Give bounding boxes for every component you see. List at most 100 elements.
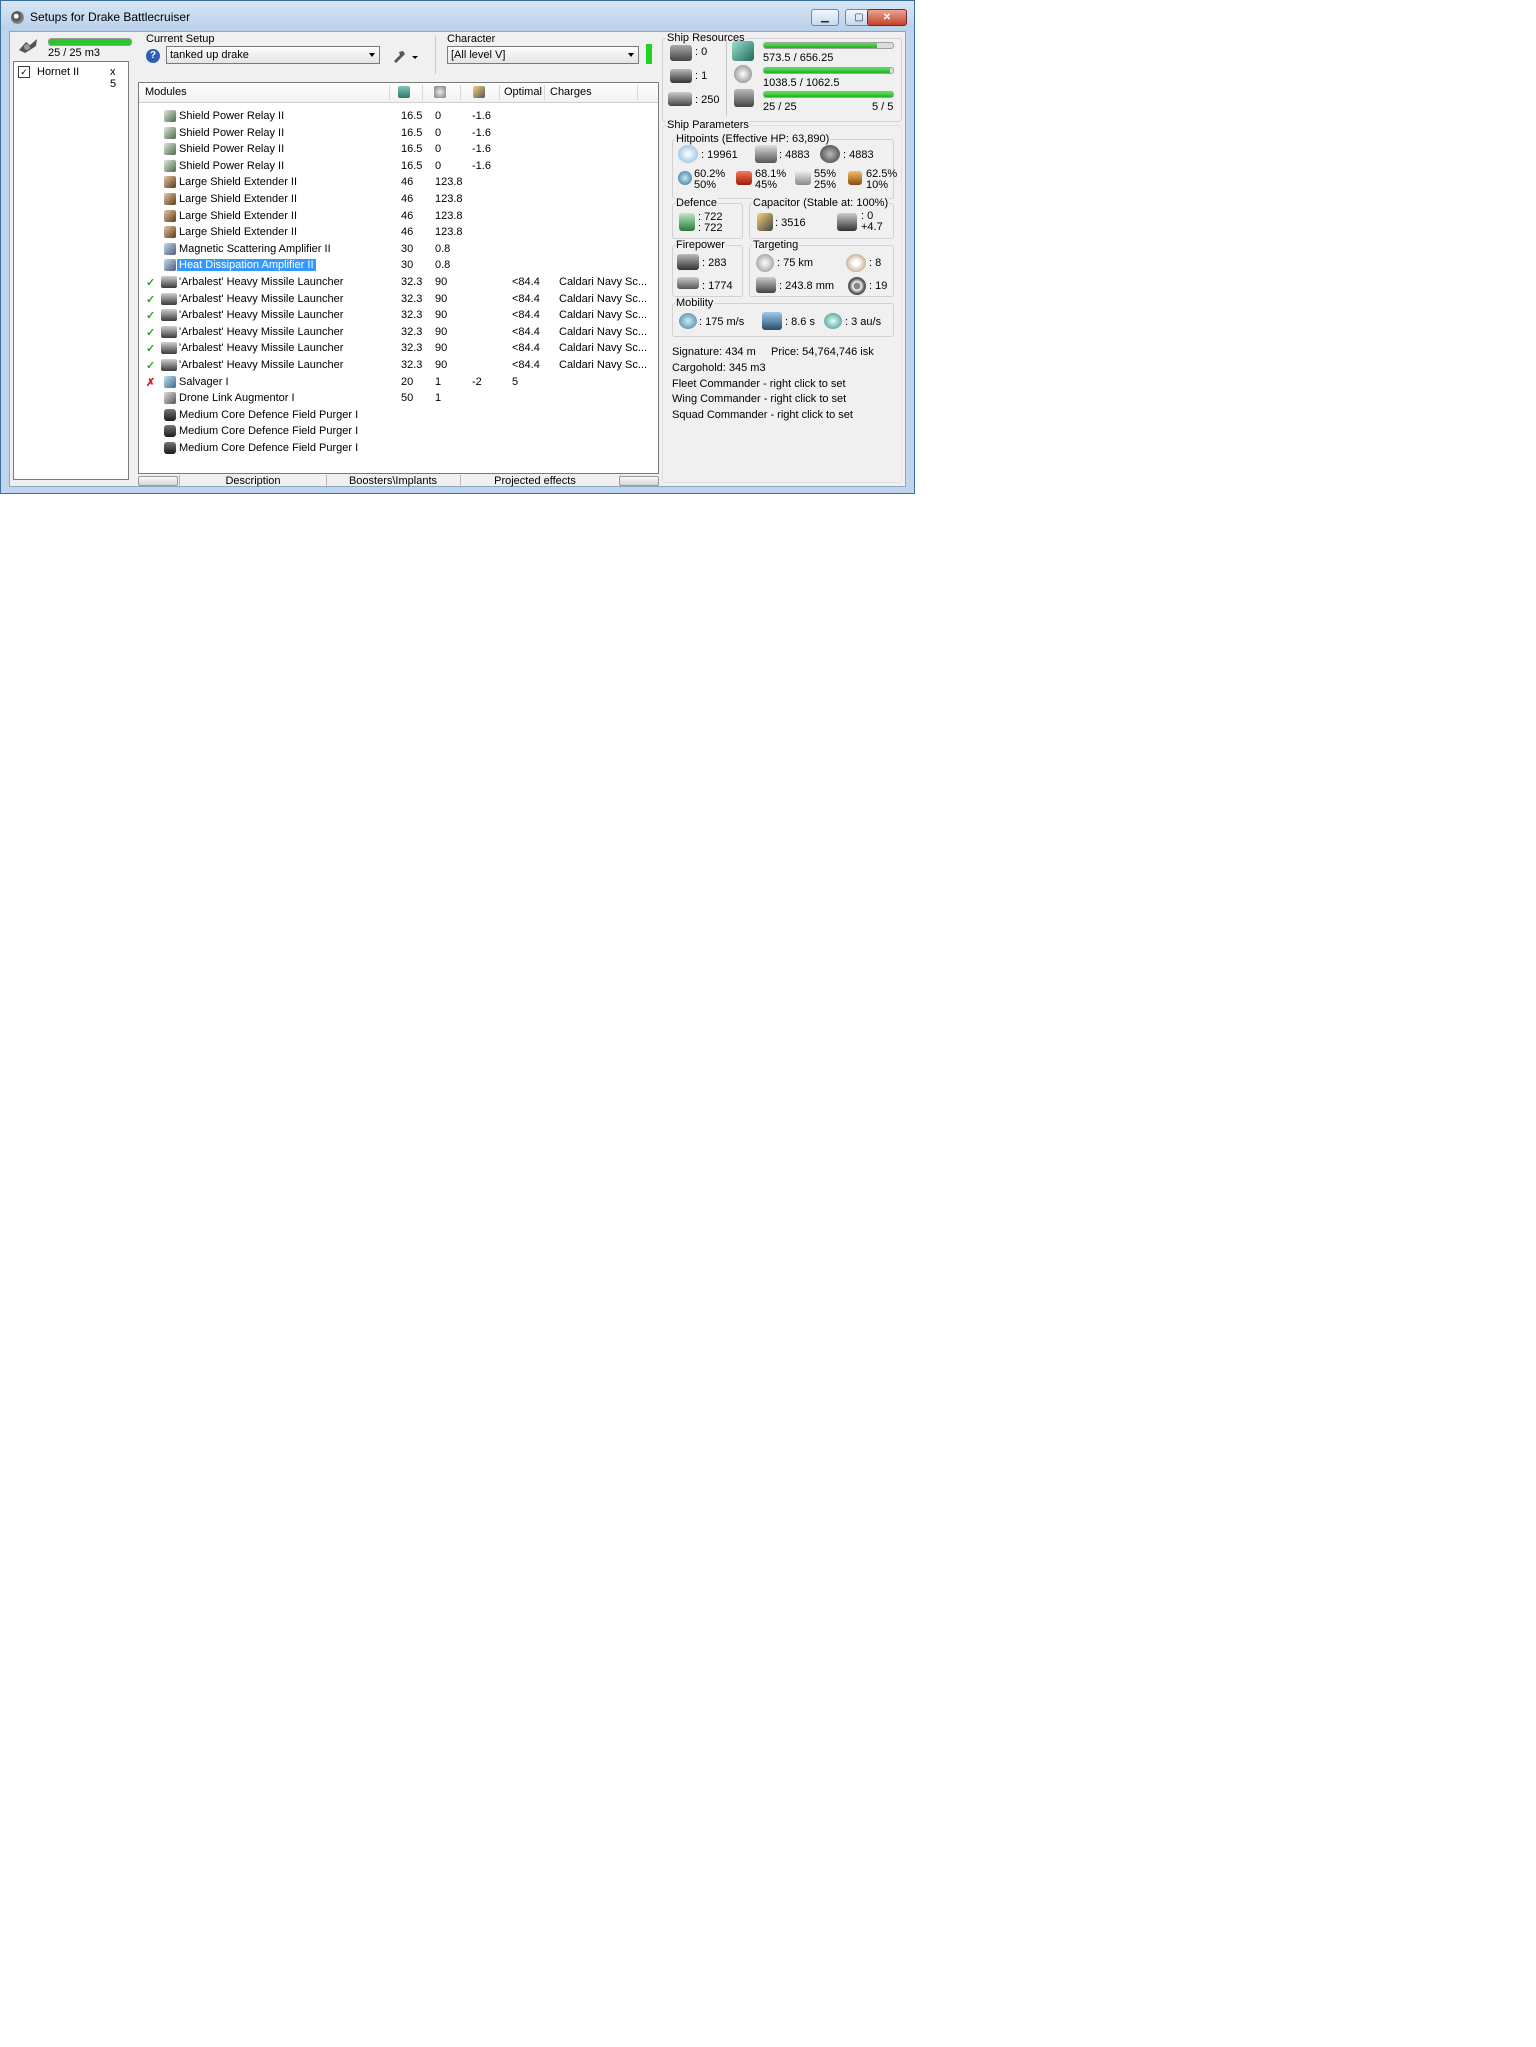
armor-hp: : 4883: [779, 149, 810, 161]
scan-resolution-icon: [756, 277, 776, 293]
module-name: 'Arbalest' Heavy Missile Launcher: [179, 292, 344, 305]
cpu-value: 573.5 / 656.25: [763, 52, 834, 64]
client-area: 25 / 25 m3 ✓ Hornet II x 5 Current Setup…: [9, 31, 906, 488]
capacitor-amount-icon: [757, 213, 773, 231]
drone-bandwidth-bar: [763, 91, 894, 98]
table-row[interactable]: ✓ 'Arbalest' Heavy Missile Launcher 32.3 90…: [139, 291, 658, 307]
table-row[interactable]: Magnetic Scattering Amplifier II 30 0.8: [139, 241, 658, 257]
max-targets: : 8: [869, 257, 882, 269]
drone-bay-icon: [19, 39, 37, 53]
targeting-label: Targeting: [752, 239, 800, 251]
module-charges: Caldari Navy Sc...: [559, 359, 648, 371]
tab-description[interactable]: Description: [180, 475, 326, 487]
drone-list[interactable]: ✓ Hornet II x 5: [13, 61, 129, 480]
minimize-icon: ▁: [821, 12, 829, 23]
column-modules[interactable]: Modules: [145, 86, 187, 100]
ship-price: Price: 54,764,746 isk: [771, 346, 874, 358]
module-capacitor: -1.6: [472, 110, 491, 122]
tab-boosters-implants[interactable]: Boosters\Implants: [327, 475, 459, 487]
active-drones-value: 5 / 5: [872, 101, 894, 113]
module-capacitor: -1.6: [472, 126, 491, 139]
powergrid-icon[interactable]: [434, 86, 446, 98]
drone-checkbox[interactable]: ✓: [18, 66, 30, 79]
table-row[interactable]: ✓ 'Arbalest' Heavy Missile Launcher 32.3 90…: [139, 274, 658, 290]
drone-bay-capacity: 25 / 25 m3: [48, 47, 100, 59]
wing-commander[interactable]: Wing Commander - right click to set: [672, 393, 846, 405]
module-cpu: 46: [401, 209, 414, 222]
module-name: Medium Core Defence Field Purger I: [179, 408, 359, 421]
character-select[interactable]: [All level V]: [447, 46, 639, 64]
module-charges: Caldari Navy Sc...: [559, 325, 648, 338]
module-name: 'Arbalest' Heavy Missile Launcher: [179, 359, 344, 371]
table-row[interactable]: Medium Core Defence Field Purger I: [139, 423, 658, 439]
title-bar[interactable]: Setups for Drake Battlecruiser ▁ ▢ ✕: [1, 1, 914, 31]
shield-hp: : 19961: [701, 149, 738, 161]
close-button[interactable]: ✕: [867, 9, 907, 26]
module-powergrid: 0: [435, 110, 442, 122]
shield-icon: [678, 145, 698, 163]
capacitor-recharge: +4.7: [861, 221, 883, 233]
app-icon: [11, 11, 24, 24]
cpu-icon[interactable]: [398, 86, 410, 98]
module-capacitor: -1.6: [472, 143, 491, 156]
module-powergrid: 90: [435, 342, 448, 355]
kinetic-resist-armor: 25%: [814, 179, 837, 191]
table-row[interactable]: Heat Dissipation Amplifier II 30 0.8: [139, 257, 658, 273]
module-name: Drone Link Augmentor I: [179, 392, 295, 405]
table-row[interactable]: Large Shield Extender II 46 123.8: [139, 208, 658, 224]
firepower-label: Firepower: [675, 239, 726, 251]
shield-relay-icon: [164, 126, 176, 139]
tab-scroll-right-button[interactable]: [619, 476, 659, 486]
module-name: Large Shield Extender II: [179, 226, 298, 239]
tab-projected-effects[interactable]: Projected effects: [460, 475, 610, 487]
capacitor-icon[interactable]: [473, 86, 485, 98]
table-row[interactable]: ✓ 'Arbalest' Heavy Missile Launcher 32.3 90…: [139, 357, 658, 373]
module-charges: Caldari Navy Sc...: [559, 342, 648, 355]
tab-scroll-left-button[interactable]: [138, 476, 178, 486]
em-resist-icon: [678, 171, 692, 185]
squad-commander[interactable]: Squad Commander - right click to set: [672, 409, 853, 421]
table-row[interactable]: Large Shield Extender II 46 123.8: [139, 174, 658, 190]
kinetic-resist-icon: [795, 171, 811, 185]
setup-select[interactable]: tanked up drake: [166, 46, 380, 64]
minimize-button[interactable]: ▁: [811, 9, 839, 26]
module-status: ✓: [146, 326, 156, 339]
table-row[interactable]: ✓ 'Arbalest' Heavy Missile Launcher 32.3 90…: [139, 307, 658, 323]
table-row[interactable]: ✗ Salvager I 20 1 -2 5: [139, 374, 658, 390]
module-powergrid: 0: [435, 143, 442, 156]
table-row[interactable]: Shield Power Relay II 16.5 0 -1.6: [139, 108, 658, 124]
amplifier-icon: [164, 259, 176, 272]
fleet-commander[interactable]: Fleet Commander - right click to set: [672, 378, 846, 390]
character-status-indicator: [646, 44, 652, 64]
table-row[interactable]: Shield Power Relay II 16.5 0 -1.6: [139, 141, 658, 157]
table-row[interactable]: ✓ 'Arbalest' Heavy Missile Launcher 32.3 90…: [139, 324, 658, 340]
max-targets-icon: [846, 254, 866, 272]
table-row[interactable]: Large Shield Extender II 46 123.8: [139, 191, 658, 207]
divider: [435, 36, 436, 74]
current-setup-label: Current Setup: [146, 33, 215, 45]
divider: [726, 40, 727, 116]
column-optimal[interactable]: Optimal: [504, 86, 542, 100]
signature-radius: Signature: 434 m: [672, 346, 756, 358]
module-name: Medium Core Defence Field Purger I: [179, 442, 359, 454]
module-charges: Caldari Navy Sc...: [559, 309, 648, 322]
setup-tools-button[interactable]: [390, 48, 426, 66]
table-row[interactable]: Shield Power Relay II 16.5 0 -1.6: [139, 158, 658, 174]
table-row[interactable]: ✓ 'Arbalest' Heavy Missile Launcher 32.3 90…: [139, 340, 658, 356]
shield-relay-icon: [164, 110, 176, 122]
powergrid-value: 1038.5 / 1062.5: [763, 77, 840, 89]
table-row[interactable]: Shield Power Relay II 16.5 0 -1.6: [139, 125, 658, 141]
armor-icon: [755, 145, 777, 163]
table-row[interactable]: Large Shield Extender II 46 123.8: [139, 224, 658, 240]
table-row[interactable]: Medium Core Defence Field Purger I: [139, 407, 658, 423]
divider: [499, 85, 500, 100]
modules-table[interactable]: Modules Optimal Charges Shield Power Rel…: [138, 82, 659, 474]
column-charges[interactable]: Charges: [550, 86, 592, 100]
table-row[interactable]: Medium Core Defence Field Purger I: [139, 440, 658, 456]
module-cpu: 16.5: [401, 143, 423, 156]
module-name: Shield Power Relay II: [179, 110, 285, 122]
module-name: Medium Core Defence Field Purger I: [179, 425, 359, 438]
list-item[interactable]: ✓ Hornet II x 5: [18, 66, 124, 90]
help-icon[interactable]: ?: [146, 49, 160, 63]
table-row[interactable]: Drone Link Augmentor I 50 1: [139, 390, 658, 406]
